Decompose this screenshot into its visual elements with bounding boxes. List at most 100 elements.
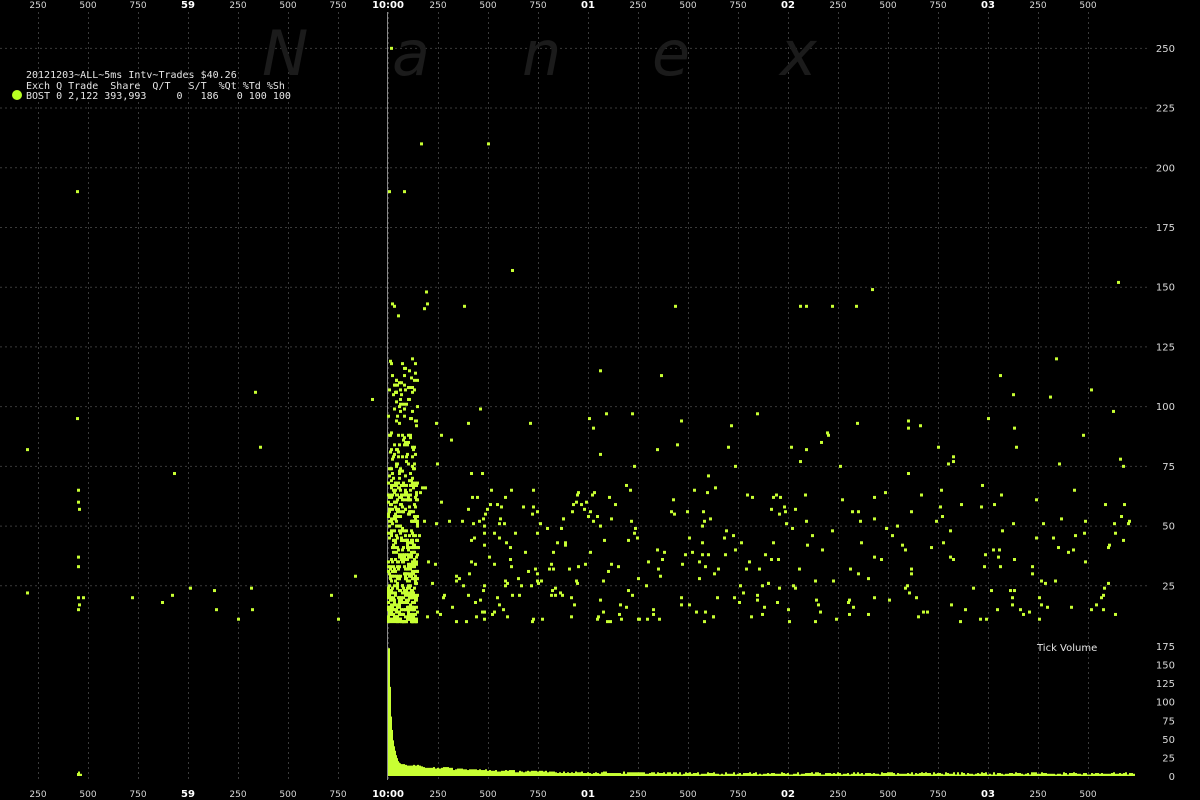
trade-point xyxy=(371,397,374,401)
trade-point xyxy=(1123,503,1126,507)
trade-point xyxy=(703,519,706,523)
trade-point xyxy=(390,534,393,538)
volume-bar xyxy=(531,770,533,776)
trade-point xyxy=(408,397,411,401)
volume-bar xyxy=(943,774,945,776)
watermark-letter-1: a xyxy=(392,17,430,90)
trade-point xyxy=(1108,543,1111,547)
trade-point xyxy=(390,46,393,50)
trade-point xyxy=(725,529,728,533)
volume-bar xyxy=(487,770,489,776)
trade-point xyxy=(798,567,801,571)
trade-point xyxy=(620,617,623,621)
trade-point xyxy=(484,512,487,516)
trade-point xyxy=(405,493,408,497)
trade-point xyxy=(1070,605,1073,609)
x-tick-label: 500 xyxy=(1079,1,1096,11)
trade-point xyxy=(831,529,834,533)
volume-bar xyxy=(599,773,601,776)
trade-point xyxy=(712,615,715,619)
trade-point xyxy=(467,593,470,597)
trade-point xyxy=(659,574,662,578)
volume-bar xyxy=(987,774,989,776)
x-tick-label: 500 xyxy=(479,1,496,11)
trade-point xyxy=(423,519,426,523)
trade-point xyxy=(254,390,257,394)
trade-point xyxy=(636,536,639,540)
volume-bar xyxy=(819,773,821,776)
trade-point xyxy=(397,455,400,459)
trade-point xyxy=(856,421,859,425)
trade-point xyxy=(473,536,476,540)
trade-point xyxy=(493,562,496,566)
volume-bar xyxy=(817,772,819,776)
volume-bar xyxy=(445,767,447,776)
trade-point xyxy=(779,495,782,499)
trade-point xyxy=(1052,536,1055,540)
x-tick-label: 10:00 xyxy=(372,0,404,11)
volume-bar xyxy=(673,772,675,776)
trade-point xyxy=(409,617,412,621)
trade-point xyxy=(417,546,420,550)
volume-bar xyxy=(941,773,943,776)
volume-bar xyxy=(655,773,657,776)
trade-point xyxy=(663,550,666,554)
trade-point xyxy=(724,553,727,557)
volume-bar xyxy=(545,770,547,776)
volume-bar xyxy=(609,773,611,776)
trade-point xyxy=(633,531,636,535)
trade-point xyxy=(387,589,390,593)
trade-point xyxy=(709,517,712,521)
trade-point xyxy=(556,541,559,545)
trade-point xyxy=(414,534,417,538)
trade-point xyxy=(772,541,775,545)
trade-point xyxy=(1011,603,1014,607)
trade-point xyxy=(481,472,484,476)
volume-bar xyxy=(871,773,873,776)
trade-point xyxy=(403,414,406,418)
trade-point xyxy=(402,483,405,487)
trade-point xyxy=(652,608,655,612)
volume-bar xyxy=(1055,774,1057,776)
trade-point xyxy=(603,538,606,542)
tick-volume-bars xyxy=(77,648,1135,776)
volume-bar xyxy=(613,773,615,776)
volume-bar xyxy=(731,773,733,776)
volume-bar xyxy=(997,773,999,776)
volume-bar xyxy=(761,774,763,776)
volume-bar xyxy=(811,772,813,776)
trade-point xyxy=(465,620,468,624)
trade-point xyxy=(414,574,417,578)
volume-bar xyxy=(975,773,977,776)
trade-point xyxy=(848,612,851,616)
trade-point xyxy=(680,603,683,607)
trade-point xyxy=(391,522,394,526)
trade-point xyxy=(949,529,952,533)
trade-point xyxy=(76,417,79,421)
trade-point xyxy=(395,519,398,523)
trade-point xyxy=(867,577,870,581)
trade-point xyxy=(734,548,737,552)
trade-point xyxy=(589,510,592,514)
trade-point xyxy=(471,495,474,499)
trade-point xyxy=(131,596,134,600)
volume-bar xyxy=(833,773,835,776)
trade-point xyxy=(1049,395,1052,399)
volume-bar xyxy=(763,773,765,776)
trade-point xyxy=(1090,608,1093,612)
trade-point xyxy=(410,519,413,523)
trade-point xyxy=(625,483,628,487)
trade-point xyxy=(952,455,955,459)
trade-point xyxy=(701,541,704,545)
trade-point xyxy=(1012,522,1015,526)
volume-bar xyxy=(477,770,479,776)
volume-bar xyxy=(1015,772,1017,776)
volume-bar xyxy=(467,770,469,776)
trade-point xyxy=(251,608,254,612)
volume-bar xyxy=(561,773,563,776)
volume-bar xyxy=(669,772,671,776)
volume-bar xyxy=(597,773,599,776)
trade-point xyxy=(451,605,454,609)
trade-point xyxy=(530,584,533,588)
trade-point xyxy=(908,591,911,595)
